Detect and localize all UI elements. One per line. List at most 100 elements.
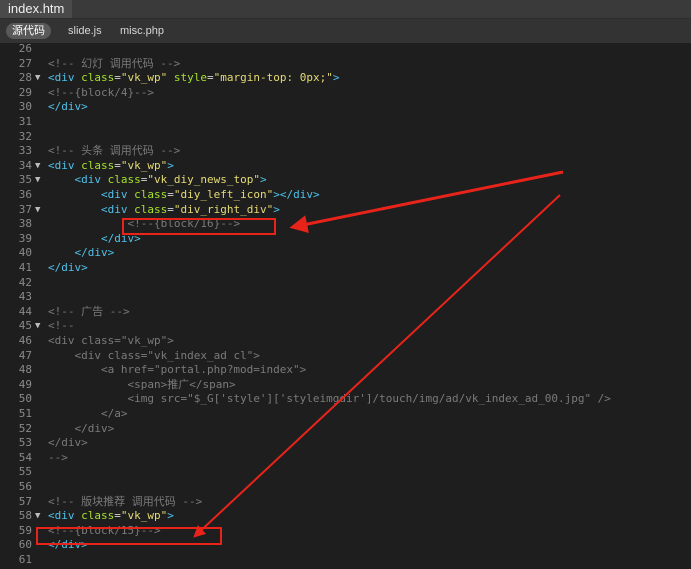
code-line[interactable]: 45 ▼ <!--: [0, 319, 691, 334]
fold-toggle-icon[interactable]: ▼: [35, 71, 45, 86]
code-line[interactable]: 26: [0, 43, 691, 57]
code-line[interactable]: 57 <!-- 版块推荐 调用代码 -->: [0, 495, 691, 510]
code-line[interactable]: 48 <a href="portal.php?mod=index">: [0, 363, 691, 378]
code-line[interactable]: 37 ▼ <div class="div_right_div">: [0, 203, 691, 218]
fold-toggle-icon[interactable]: ▼: [35, 159, 45, 174]
code-line[interactable]: 61: [0, 553, 691, 568]
line-number: 49: [18, 377, 32, 391]
line-number: 52: [18, 421, 32, 435]
code-line[interactable]: 36 <div class="diy_left_icon"></div>: [0, 188, 691, 203]
code-token: "margin-top: 0px;": [213, 71, 333, 85]
code-line[interactable]: 32: [0, 130, 691, 145]
code-text: <!--: [48, 319, 75, 334]
line-number: 46: [18, 334, 32, 347]
code-token: class: [81, 509, 115, 523]
code-line[interactable]: 51 </a>: [0, 407, 691, 422]
fold-toggle-icon[interactable]: ▼: [35, 203, 45, 218]
code-line[interactable]: 33 <!-- 头条 调用代码 -->: [0, 144, 691, 159]
code-line[interactable]: 42: [0, 276, 691, 291]
title-bar: index.htm: [0, 0, 691, 19]
code-token: </div>: [48, 261, 88, 274]
code-line[interactable]: 49 <span>推广</span>: [0, 378, 691, 393]
code-token: <div: [48, 71, 82, 85]
code-line[interactable]: 41 </div>: [0, 261, 691, 276]
line-number: 31: [18, 115, 32, 128]
line-number: 47: [18, 348, 32, 362]
code-line[interactable]: 54 -->: [0, 451, 691, 466]
code-token: >: [167, 158, 174, 172]
code-text: <img src="$_G['style']['styleimgdir']/to…: [48, 392, 611, 407]
code-line[interactable]: 40 </div>: [0, 246, 691, 261]
code-line[interactable]: 27 <!-- 幻灯 调用代码 -->: [0, 57, 691, 72]
code-line[interactable]: 46 <div class="vk_wp">: [0, 334, 691, 349]
code-text: </div>: [48, 246, 115, 261]
code-token: </div>: [74, 246, 115, 260]
code-token: class: [81, 71, 115, 85]
code-text: <div class="vk_wp">: [48, 334, 174, 349]
code-text: <div class="vk_diy_news_top">: [48, 173, 267, 188]
code-text: <!--{block/4}-->: [48, 86, 154, 101]
fold-toggle-icon[interactable]: ▼: [35, 319, 45, 334]
code-line[interactable]: 30 </div>: [0, 100, 691, 115]
code-token: =: [114, 158, 121, 172]
code-line[interactable]: 35 ▼ <div class="vk_diy_news_top">: [0, 173, 691, 188]
line-number: 51: [18, 407, 32, 420]
highlight-box-block16: [122, 218, 276, 235]
line-number: 50: [18, 392, 32, 406]
line-number: 35: [18, 173, 32, 187]
fold-toggle-icon[interactable]: ▼: [35, 173, 45, 188]
line-number: 61: [18, 553, 32, 566]
line-number: 43: [18, 290, 32, 304]
code-line[interactable]: 58 ▼ <div class="vk_wp">: [0, 509, 691, 524]
line-number: 36: [18, 188, 32, 201]
code-text: <!-- 头条 调用代码 -->: [48, 144, 180, 159]
line-number: 44: [18, 304, 32, 318]
line-number: 40: [18, 246, 32, 260]
code-line[interactable]: 29 <!--{block/4}-->: [0, 86, 691, 101]
code-line[interactable]: 55: [0, 465, 691, 480]
code-token: <div class="vk_wp">: [48, 334, 174, 347]
code-text: <!-- 幻灯 调用代码 -->: [48, 57, 180, 72]
code-line[interactable]: 53 </div>: [0, 436, 691, 451]
code-text: </div>: [48, 261, 88, 276]
code-line[interactable]: 44 <!-- 广告 -->: [0, 305, 691, 320]
code-text: <div class="vk_wp">: [48, 509, 174, 524]
code-text: <div class="vk_index_ad cl">: [48, 349, 260, 364]
code-line[interactable]: 28 ▼ <div class="vk_wp" style="margin-top:…: [0, 71, 691, 86]
line-number: 29: [18, 85, 32, 99]
line-number: 55: [18, 465, 32, 479]
code-token: <div: [48, 158, 82, 172]
code-token: <!-- 版块推荐 调用代码 -->: [48, 494, 203, 508]
code-token: <!--{block/4}-->: [48, 85, 154, 99]
code-line[interactable]: 52 </div>: [0, 422, 691, 437]
code-line[interactable]: 38 <!--{block/16}-->: [0, 217, 691, 232]
code-text: <div class="vk_wp" style="margin-top: 0p…: [48, 71, 339, 86]
code-line[interactable]: 47 <div class="vk_index_ad cl">: [0, 349, 691, 364]
related-file-misc-php[interactable]: misc.php: [114, 23, 170, 39]
code-token: <img src="$_G['style']['styleimgdir']/to…: [127, 392, 611, 406]
code-line[interactable]: 31: [0, 115, 691, 130]
code-line[interactable]: 50 <img src="$_G['style']['styleimgdir']…: [0, 392, 691, 407]
code-line[interactable]: 39 </div>: [0, 232, 691, 247]
code-text: <div class="vk_wp">: [48, 159, 174, 174]
code-token: </div>: [48, 436, 88, 450]
code-token: =: [114, 509, 121, 523]
fold-toggle-icon[interactable]: ▼: [35, 509, 45, 524]
code-token: <!-- 头条 调用代码 -->: [48, 144, 181, 158]
highlight-box-block15: [36, 527, 222, 545]
code-editor[interactable]: 26 27 <!-- 幻灯 调用代码 --> 28 ▼ <div class="vk_wp…: [0, 43, 691, 569]
line-number: 60: [18, 538, 32, 552]
code-token: <div class="vk_index_ad cl">: [74, 348, 260, 362]
code-token: "div_right_div": [173, 202, 274, 216]
code-token: class: [107, 173, 141, 187]
code-line[interactable]: 56: [0, 480, 691, 495]
code-text: <span>推广</span>: [48, 378, 235, 393]
line-number: 56: [18, 480, 32, 493]
code-line[interactable]: 43: [0, 290, 691, 305]
related-file-slide-js[interactable]: slide.js: [62, 23, 108, 39]
file-tab[interactable]: index.htm: [0, 0, 73, 18]
related-file-source[interactable]: 源代码: [6, 23, 51, 39]
code-token: -->: [48, 450, 68, 464]
code-line[interactable]: 34 ▼ <div class="vk_wp">: [0, 159, 691, 174]
